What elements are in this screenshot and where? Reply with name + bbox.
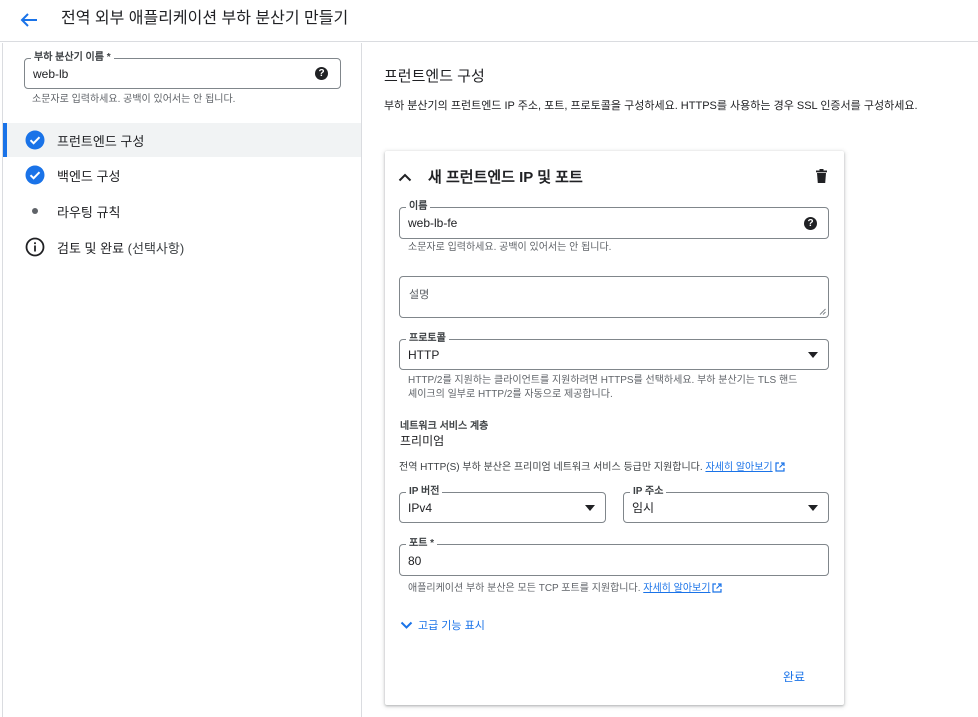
learn-more-link[interactable]: 자세히 알아보기 (705, 462, 772, 473)
step-backend[interactable]: 백엔드 구성 (3, 158, 361, 192)
steps-panel: 부하 분산기 이름 * web-lb ? 소문자로 입력하세요. 공백이 있어서… (2, 43, 362, 717)
protocol-help-line1: HTTP/2를 지원하는 클라이언트를 지원하려면 HTTPS를 선택하세요. … (408, 375, 798, 386)
help-icon[interactable]: ? (804, 217, 817, 230)
ip-address-label: IP 주소 (630, 486, 667, 498)
back-button[interactable] (16, 8, 42, 32)
chevron-down-icon (400, 621, 413, 629)
ip-address-select[interactable]: IP 주소 임시 (623, 486, 829, 523)
dropdown-arrow-icon (585, 505, 595, 511)
port-help-text: 애플리케이션 부하 분산은 모든 TCP 포트를 지원합니다. (408, 583, 641, 594)
description-field[interactable]: 설명 (399, 276, 829, 318)
frontend-card: 새 프런트엔드 IP 및 포트 이름 web-lb-fe ? 소문자로 입력하세… (385, 151, 844, 705)
lb-name-input[interactable]: web-lb (33, 67, 68, 81)
dropdown-arrow-icon (808, 505, 818, 511)
arrow-back-icon (20, 13, 37, 27)
network-tier-note: 전역 HTTP(S) 부하 분산은 프리미엄 네트워크 서비스 등급만 지원합니… (399, 458, 785, 473)
frontend-name-help: 소문자로 입력하세요. 공백이 있어서는 안 됩니다. (408, 242, 612, 253)
step-review-suffix: (선택사항) (127, 240, 185, 256)
page-title: 전역 외부 애플리케이션 부하 분산기 만들기 (61, 10, 349, 27)
section-description: 부하 분산기의 프런트엔드 IP 주소, 포트, 프로토콜을 구성하세요. HT… (384, 100, 918, 112)
step-label: 프런트엔드 구성 (57, 133, 145, 149)
step-label: 검토 및 완료 (선택사항) (57, 238, 184, 257)
dot-icon (25, 201, 45, 221)
external-link-icon (712, 583, 723, 593)
port-field[interactable]: 포트 * 80 (399, 538, 829, 576)
network-tier-label: 네트워크 서비스 계층 (400, 421, 489, 432)
lb-name-field[interactable]: 부하 분산기 이름 * web-lb ? (24, 52, 341, 89)
lb-name-label: 부하 분산기 이름 * (31, 52, 114, 64)
step-label: 백엔드 구성 (57, 168, 121, 184)
lb-name-help: 소문자로 입력하세요. 공백이 있어서는 안 됩니다. (32, 94, 236, 105)
port-input[interactable]: 80 (408, 554, 421, 568)
check-circle-icon (25, 130, 45, 150)
ip-version-label: IP 버전 (406, 486, 443, 498)
resize-handle-icon[interactable] (819, 308, 826, 315)
step-review-label: 검토 및 완료 (57, 240, 125, 256)
protocol-value: HTTP (408, 348, 440, 362)
advanced-features-label: 고급 기능 표시 (418, 620, 485, 632)
ip-version-select[interactable]: IP 버전 IPv4 (399, 486, 606, 523)
ip-address-value: 임시 (632, 501, 655, 515)
network-tier-value: 프리미엄 (400, 434, 445, 448)
help-icon[interactable]: ? (315, 67, 328, 80)
frontend-name-field[interactable]: 이름 web-lb-fe ? (399, 201, 829, 239)
info-icon (25, 237, 45, 257)
check-circle-icon (25, 165, 45, 185)
protocol-label: 프로토콜 (406, 333, 449, 345)
frontend-name-label: 이름 (406, 201, 431, 213)
step-frontend[interactable]: 프런트엔드 구성 (3, 123, 361, 157)
card-title: 새 프런트엔드 IP 및 포트 (428, 169, 583, 186)
learn-more-link[interactable]: 자세히 알아보기 (643, 583, 710, 594)
section-title: 프런트엔드 구성 (384, 68, 485, 85)
delete-button[interactable] (816, 169, 827, 188)
dropdown-arrow-icon (808, 352, 818, 358)
advanced-features-toggle[interactable]: 고급 기능 표시 (400, 617, 485, 633)
delete-icon (816, 169, 827, 183)
external-link-icon (775, 462, 785, 472)
protocol-select[interactable]: 프로토콜 HTTP (399, 333, 829, 370)
step-review[interactable]: 검토 및 완료 (선택사항) (3, 230, 361, 264)
step-routing[interactable]: 라우팅 규칙 (3, 194, 361, 228)
done-button[interactable]: 완료 (783, 668, 805, 685)
network-tier-note-text: 전역 HTTP(S) 부하 분산은 프리미엄 네트워크 서비스 등급만 지원합니… (399, 462, 703, 473)
port-help: 애플리케이션 부하 분산은 모든 TCP 포트를 지원합니다. 자세히 알아보기 (408, 579, 723, 594)
app-header: 전역 외부 애플리케이션 부하 분산기 만들기 (0, 0, 978, 42)
frontend-name-input[interactable]: web-lb-fe (408, 216, 457, 230)
step-label: 라우팅 규칙 (57, 204, 121, 220)
protocol-help-line2: 셰이크의 일부로 HTTP/2를 자동으로 제공합니다. (408, 389, 613, 400)
port-label: 포트 * (406, 538, 438, 550)
collapse-button[interactable] (398, 169, 414, 183)
description-placeholder: 설명 (409, 289, 430, 301)
chevron-up-icon (398, 173, 412, 182)
ip-version-value: IPv4 (408, 501, 433, 515)
